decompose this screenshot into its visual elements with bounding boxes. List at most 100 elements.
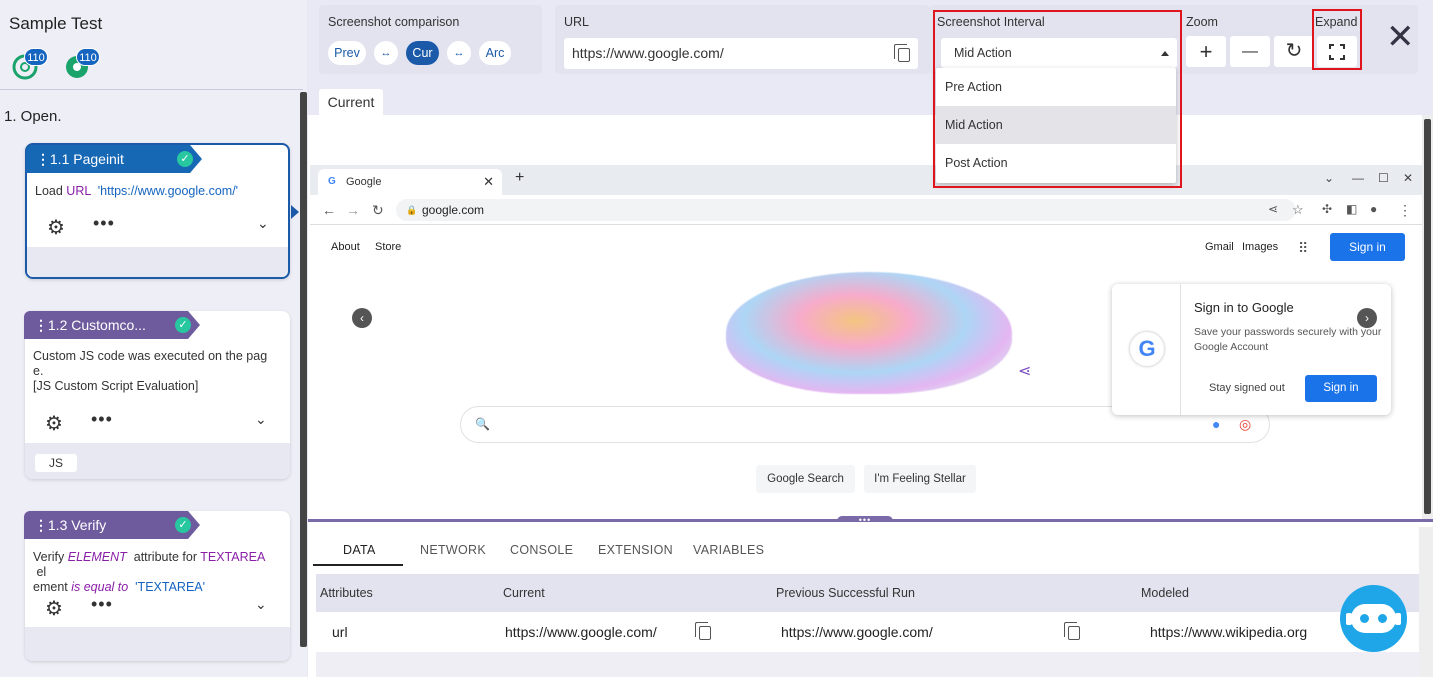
step-description: Verify ELEMENT attribute for TEXTAREA el… xyxy=(33,550,273,595)
step-footer: JS xyxy=(25,443,290,479)
keyword: is equal to xyxy=(71,580,129,594)
expand-button[interactable] xyxy=(1317,36,1357,67)
test-header: Sample Test 110 110 xyxy=(0,0,303,90)
step-label: 1.3 Verify xyxy=(47,517,107,533)
keyword: ELEMENT xyxy=(67,550,127,564)
close-button[interactable]: ✕ xyxy=(1386,18,1415,56)
minimize-icon: — xyxy=(1352,171,1364,185)
new-tab-icon: + xyxy=(515,169,525,186)
chevron-down-icon[interactable]: ⌄ xyxy=(255,411,267,428)
interval-select[interactable]: Mid Action xyxy=(941,38,1177,68)
step-text: Load xyxy=(35,184,63,198)
tab-current[interactable]: Current xyxy=(319,89,383,116)
swap-icon[interactable]: ↔ xyxy=(374,41,398,65)
google-g-icon: G xyxy=(1130,332,1164,366)
arc-button[interactable]: Arc xyxy=(479,41,511,65)
interval-label: Screenshot Interval xyxy=(937,15,1045,29)
step-card-customcode[interactable]: ⋮ 1.2 Customco... ✓ Custom JS code was e… xyxy=(25,311,290,479)
col-current: Current xyxy=(503,586,545,600)
chevron-down-icon[interactable]: ⌄ xyxy=(257,215,269,232)
step-text: attribute for xyxy=(133,550,197,564)
step-description: Custom JS code was executed on the pag e… xyxy=(33,349,273,394)
cur-button[interactable]: Cur xyxy=(406,41,439,65)
browser-tabbar: G Google ✕ + ⌄ — ☐ ✕ xyxy=(310,165,1422,195)
url-field[interactable]: https://www.google.com/ xyxy=(564,38,918,69)
js-chip[interactable]: JS xyxy=(35,454,77,472)
preview-scrollbar[interactable] xyxy=(1422,115,1433,520)
popup-divider xyxy=(1180,284,1181,415)
option-pre-action[interactable]: Pre Action xyxy=(936,68,1176,106)
cell-current: https://www.google.com/ xyxy=(505,624,657,640)
table-footer xyxy=(316,652,1423,677)
more-icon[interactable]: ••• xyxy=(91,594,113,615)
more-icon[interactable]: ••• xyxy=(93,213,115,234)
tab-data[interactable]: DATA xyxy=(343,543,376,557)
gear-icon[interactable]: ⚙ xyxy=(45,411,63,436)
url-label: URL xyxy=(564,15,590,29)
bot-eye-icon xyxy=(1360,614,1369,623)
close-tab-icon: ✕ xyxy=(483,174,494,189)
step-card-verify[interactable]: ⋮ 1.3 Verify ✓ Verify ELEMENT attribute … xyxy=(25,511,290,661)
copy-icon[interactable] xyxy=(695,622,711,640)
drag-handle-icon[interactable]: ⋮ xyxy=(34,511,44,539)
chatbot-button[interactable] xyxy=(1340,585,1407,652)
zoom-out-button[interactable]: — xyxy=(1230,36,1270,67)
browser-logo-1[interactable]: 110 xyxy=(12,48,48,80)
microphone-icon: ● xyxy=(1212,416,1221,432)
chevron-down-icon[interactable]: ⌄ xyxy=(255,596,267,613)
step-text: ement xyxy=(33,580,68,594)
steps-scrollbar[interactable] xyxy=(300,92,307,647)
drag-handle-icon[interactable]: ⋮ xyxy=(36,145,46,173)
gear-icon[interactable]: ⚙ xyxy=(45,596,63,621)
google-signin-button: Sign in xyxy=(1330,233,1405,261)
step-text: e. xyxy=(33,364,44,378)
prev-button[interactable]: Prev xyxy=(328,41,366,65)
check-icon: ✓ xyxy=(175,517,191,533)
tab-extension[interactable]: EXTENSION xyxy=(598,543,673,557)
step-card-pageinit[interactable]: ⋮ 1.1 Pageinit ✓ Load URL 'https://www.g… xyxy=(25,143,290,279)
zoom-reset-button[interactable]: ↻ xyxy=(1274,36,1314,67)
stay-signed-out: Stay signed out xyxy=(1209,382,1285,394)
details-scrollbar[interactable] xyxy=(1419,527,1433,677)
tab-variables[interactable]: VARIABLES xyxy=(693,543,764,557)
cell-previous: https://www.google.com/ xyxy=(781,624,933,640)
tab-console[interactable]: CONSOLE xyxy=(510,543,573,557)
scroll-thumb[interactable] xyxy=(1424,119,1431,514)
chevron-down-icon: ⌄ xyxy=(1324,171,1335,185)
browser-logo-2[interactable]: 110 xyxy=(64,48,100,80)
option-post-action[interactable]: Post Action xyxy=(936,144,1176,182)
close-window-icon: ✕ xyxy=(1403,171,1414,185)
robot-icon xyxy=(1351,604,1396,633)
screenshot-preview: G Google ✕ + ⌄ — ☐ ✕ ← → ↻ 🔒 google.com … xyxy=(308,115,1422,520)
active-tab-indicator xyxy=(313,564,403,566)
col-previous: Previous Successful Run xyxy=(776,586,915,600)
forward-icon: → xyxy=(346,202,360,218)
profile-icon: ● xyxy=(1370,202,1378,216)
option-mid-action[interactable]: Mid Action xyxy=(936,106,1176,144)
copy-icon[interactable] xyxy=(894,44,910,62)
gear-icon[interactable]: ⚙ xyxy=(47,215,65,240)
lens-icon: ◎ xyxy=(1239,416,1252,432)
copy-icon[interactable] xyxy=(1064,622,1080,640)
check-icon: ✓ xyxy=(177,151,193,167)
table-row: url https://www.google.com/ https://www.… xyxy=(316,612,1423,652)
tab-network[interactable]: NETWORK xyxy=(420,543,486,557)
screenshot-comparison-card: Screenshot comparison Prev ↔ Cur ↔ Arc xyxy=(319,5,542,74)
step-tag: ⋮ 1.3 Verify xyxy=(24,511,200,539)
popup-text: Save your passwords securely with your G… xyxy=(1194,326,1382,353)
about-link: About xyxy=(331,241,360,253)
omnibox-url: google.com xyxy=(422,203,485,217)
feeling-stellar-button: I'm Feeling Stellar xyxy=(864,465,976,493)
test-title: Sample Test xyxy=(9,14,103,33)
zoom-in-button[interactable]: + xyxy=(1186,36,1226,67)
gmail-link: Gmail xyxy=(1205,241,1234,253)
more-icon[interactable]: ••• xyxy=(91,409,113,430)
swap-icon[interactable]: ↔ xyxy=(447,41,471,65)
signin-popup: G Sign in to Google Save your passwords … xyxy=(1112,284,1391,415)
keyword: TEXTAREA xyxy=(200,550,265,564)
star-icon: ☆ xyxy=(1292,202,1304,217)
table-header: Attributes Current Previous Successful R… xyxy=(316,574,1423,612)
store-link: Store xyxy=(375,241,402,253)
drag-handle-icon[interactable]: ⋮ xyxy=(34,311,44,339)
carousel-right-icon: › xyxy=(1357,308,1377,328)
